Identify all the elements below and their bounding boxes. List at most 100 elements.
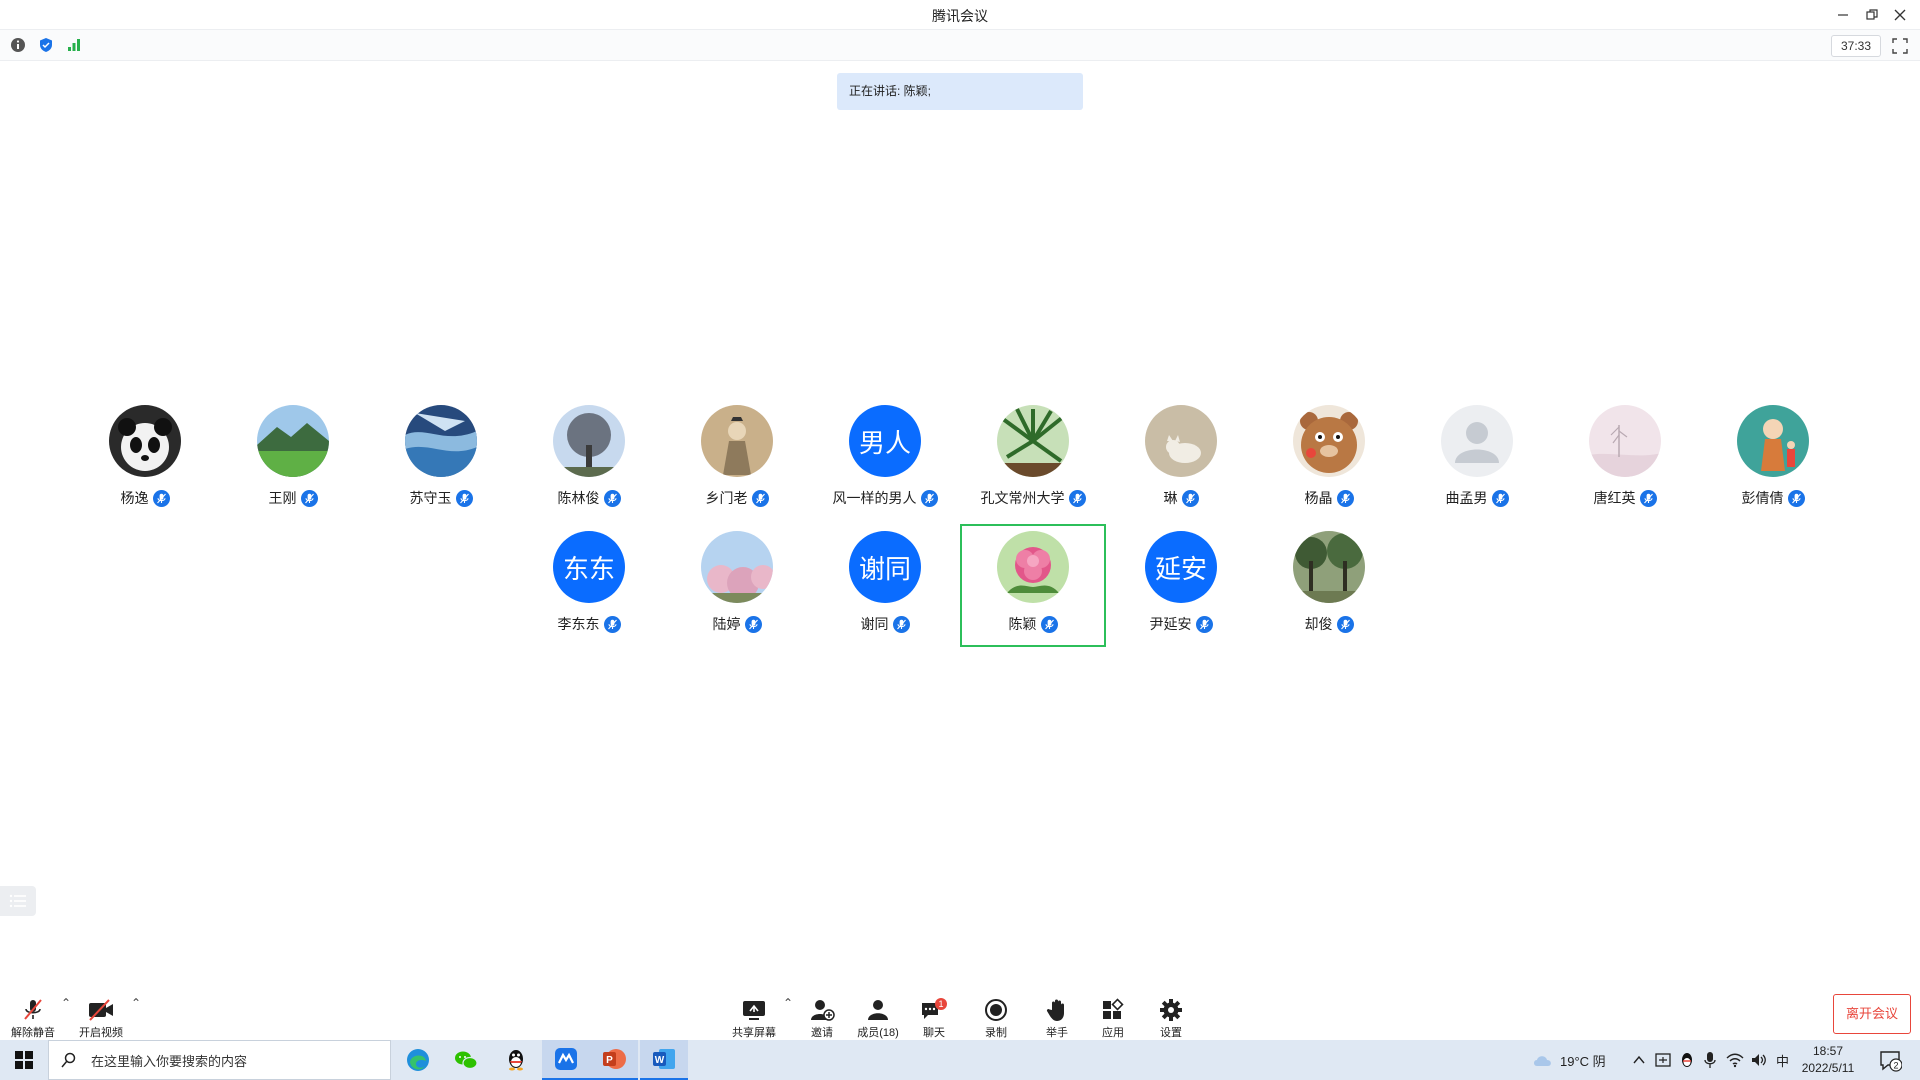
participant-name: 尹延安 xyxy=(1149,616,1192,632)
tray-expand-chevron-icon[interactable] xyxy=(1632,1053,1646,1067)
invite-button[interactable]: 邀请 xyxy=(792,988,852,1040)
participant-avatar xyxy=(1145,405,1217,477)
tray-microphone-icon[interactable] xyxy=(1703,1051,1717,1069)
participant-tile[interactable]: 杨逸 xyxy=(70,405,220,527)
taskbar-word-app[interactable]: W xyxy=(640,1040,688,1080)
participant-tile[interactable]: 琳 xyxy=(1106,405,1256,527)
taskbar-tencent-meeting-app[interactable] xyxy=(542,1040,590,1080)
members-button[interactable]: 成员(18) xyxy=(848,988,908,1040)
fullscreen-icon[interactable] xyxy=(1890,36,1910,56)
participant-tile[interactable]: 陆婷 xyxy=(662,531,812,653)
participant-name: 苏守玉 xyxy=(409,490,452,506)
participant-avatar xyxy=(553,405,625,477)
participant-tile[interactable]: 唐红英 xyxy=(1550,405,1700,527)
settings-label: 设置 xyxy=(1160,1027,1182,1039)
search-placeholder: 在这里输入你要搜索的内容 xyxy=(91,1053,248,1069)
participant-name-row: 彭倩倩 xyxy=(1698,488,1848,508)
settings-button[interactable]: 设置 xyxy=(1141,988,1201,1040)
participant-tile[interactable]: 男人 风一样的男人 xyxy=(810,405,960,527)
chat-button[interactable]: 1 聊天 xyxy=(904,988,964,1040)
weather-cloud-icon xyxy=(1534,1056,1551,1066)
share-screen-button[interactable]: 共享屏幕 xyxy=(724,988,784,1040)
participant-tile[interactable]: 孔文常州大学 xyxy=(958,405,1108,527)
participant-tile[interactable]: 王刚 xyxy=(218,405,368,527)
record-button[interactable]: 录制 xyxy=(966,988,1026,1040)
participant-name: 却俊 xyxy=(1304,616,1333,632)
info-icon[interactable] xyxy=(10,37,26,53)
muted-mic-icon xyxy=(603,615,621,633)
participant-name: 风一样的男人 xyxy=(832,490,917,506)
unmute-label: 解除静音 xyxy=(11,1027,55,1039)
video-options-chevron-icon[interactable]: ⌃ xyxy=(131,996,141,1010)
participant-name: 乡门老 xyxy=(705,490,748,506)
participant-tile[interactable]: 苏守玉 xyxy=(366,405,516,527)
muted-mic-icon xyxy=(1639,489,1657,507)
taskbar-qq-app[interactable] xyxy=(492,1040,540,1080)
close-icon xyxy=(1894,9,1906,21)
volume-icon[interactable] xyxy=(1750,1052,1768,1068)
participant-name-row: 尹延安 xyxy=(1106,614,1256,634)
raise-hand-button[interactable]: 举手 xyxy=(1027,988,1087,1040)
muted-mic-icon xyxy=(1787,489,1805,507)
participant-tile[interactable]: 乡门老 xyxy=(662,405,812,527)
participant-name: 王刚 xyxy=(268,490,297,506)
participant-tile[interactable]: 东东 李东东 xyxy=(514,531,664,653)
taskbar-powerpoint-app[interactable]: P xyxy=(590,1040,638,1080)
participant-tile[interactable]: 杨晶 xyxy=(1254,405,1404,527)
participant-name-row: 王刚 xyxy=(218,488,368,508)
participant-name: 杨晶 xyxy=(1304,490,1333,506)
participant-tile[interactable]: 却俊 xyxy=(1254,531,1404,653)
participant-name-row: 杨逸 xyxy=(70,488,220,508)
participant-name-row: 曲孟男 xyxy=(1402,488,1552,508)
participant-tile[interactable]: 曲孟男 xyxy=(1402,405,1552,527)
edge-browser-icon xyxy=(407,1049,429,1071)
ime-indicator[interactable]: 中 xyxy=(1776,1040,1789,1080)
tray-app-icon[interactable] xyxy=(1655,1052,1671,1068)
start-button[interactable] xyxy=(0,1040,48,1080)
taskbar-edge-app[interactable] xyxy=(394,1040,442,1080)
taskbar-wechat-app[interactable] xyxy=(442,1040,490,1080)
wifi-icon[interactable] xyxy=(1726,1052,1744,1068)
tray-qq-icon[interactable] xyxy=(1678,1051,1696,1069)
participant-name: 陈林俊 xyxy=(557,490,600,506)
unmute-button[interactable]: 解除静音 xyxy=(3,988,63,1040)
participant-name: 陈颖 xyxy=(1008,616,1037,632)
participant-tile[interactable]: 谢同 谢同 xyxy=(810,531,960,653)
minimize-icon xyxy=(1838,14,1848,16)
security-shield-icon[interactable] xyxy=(38,37,54,53)
notification-count: 2 xyxy=(1893,1061,1898,1071)
muted-mic-icon xyxy=(920,489,938,507)
meeting-toolbar: 解除静音 ⌃ 开启视频 ⌃ 共享屏幕 ⌃ 邀请 成员(18) 1 聊天 录制 举… xyxy=(0,988,1920,1040)
participant-name-row: 孔文常州大学 xyxy=(958,488,1108,508)
participant-name-row: 琳 xyxy=(1106,488,1256,508)
taskbar-clock[interactable]: 18:57 2022/5/11 xyxy=(1790,1043,1866,1077)
list-view-toggle[interactable] xyxy=(0,886,36,916)
audio-options-chevron-icon[interactable]: ⌃ xyxy=(61,996,71,1010)
apps-button[interactable]: 应用 xyxy=(1083,988,1143,1040)
participant-tile[interactable]: 延安 尹延安 xyxy=(1106,531,1256,653)
start-video-button[interactable]: 开启视频 xyxy=(71,988,131,1040)
participant-tile[interactable]: 彭倩倩 xyxy=(1698,405,1848,527)
record-label: 录制 xyxy=(985,1027,1007,1039)
weather-text[interactable]: 19°C 阴 xyxy=(1560,1051,1606,1070)
muted-mic-icon xyxy=(455,489,473,507)
share-screen-icon xyxy=(743,1001,765,1020)
participant-name-row: 李东东 xyxy=(514,614,664,634)
signal-strength-icon[interactable] xyxy=(66,37,82,53)
speaking-indicator: 正在讲话: 陈颖; xyxy=(837,73,1083,110)
muted-mic-icon xyxy=(892,615,910,633)
minimize-button[interactable] xyxy=(1832,4,1854,26)
participant-tile[interactable]: 陈颖 xyxy=(958,531,1108,653)
close-button[interactable] xyxy=(1889,4,1911,26)
participant-name-row: 苏守玉 xyxy=(366,488,516,508)
taskbar-search-box[interactable]: 在这里输入你要搜索的内容 xyxy=(48,1040,391,1080)
system-tray: 19°C 阴 xyxy=(1532,1040,1606,1080)
leave-meeting-button[interactable]: 离开会议 xyxy=(1833,994,1911,1034)
participant-tile[interactable]: 陈林俊 xyxy=(514,405,664,527)
restore-button[interactable] xyxy=(1861,4,1883,26)
notification-center-icon[interactable]: 2 xyxy=(1878,1048,1902,1072)
muted-mic-icon xyxy=(751,489,769,507)
gear-icon xyxy=(1160,999,1182,1021)
muted-mic-icon xyxy=(744,615,762,633)
participant-avatar xyxy=(997,405,1069,477)
